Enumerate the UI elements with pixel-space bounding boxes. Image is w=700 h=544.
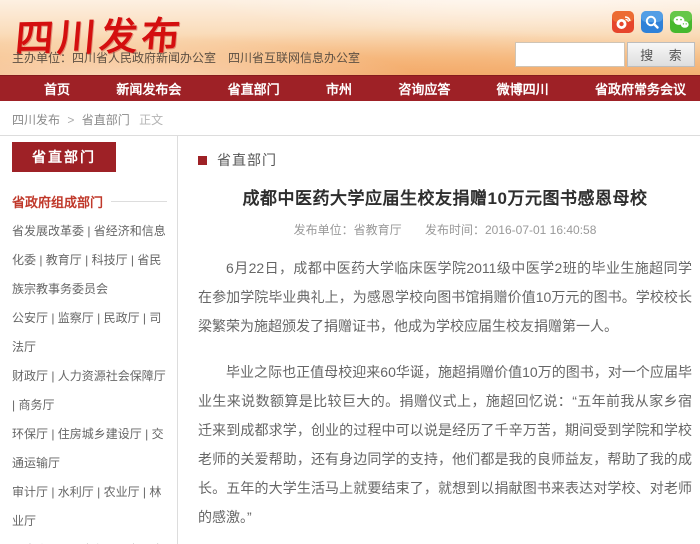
breadcrumb-current: 正文	[139, 113, 163, 127]
search-bar: 搜 索	[515, 42, 695, 67]
heading-rule	[111, 201, 167, 202]
sidebar-group-heading: 省政府组成部门	[12, 192, 167, 211]
sidebar-link-row[interactable]: 公安厅 | 监察厅 | 民政厅 | 司法厅	[12, 304, 167, 362]
site-header: 四川发布 主办单位：四川省人民政府新闻办公室 四川省互联网信息办公室	[0, 0, 700, 75]
sidebar-title: 省直部门	[12, 142, 116, 172]
nav-item-executive-meeting[interactable]: 省政府常务会议	[595, 79, 686, 98]
group-heading-label: 省政府组成部门	[12, 192, 103, 211]
red-square-bullet-icon	[198, 156, 207, 165]
sidebar-link-row[interactable]: 财政厅 | 人力资源社会保障厅 | 商务厅	[12, 362, 167, 420]
article-panel: 省直部门 成都中医药大学应届生校友捐赠10万元图书感恩母校 发布单位：省教育厅 …	[178, 135, 700, 544]
article-paragraph: 6月22日，成都中医药大学临床医学院2011级中医学2班的毕业生施超同学在参加学…	[198, 254, 692, 341]
publish-time: 发布时间：2016-07-01 16:40:58	[425, 223, 596, 237]
sponsor-line: 主办单位：四川省人民政府新闻办公室 四川省互联网信息办公室	[12, 49, 360, 66]
wechat-icon[interactable]	[670, 11, 692, 33]
sina-weibo-icon[interactable]	[612, 11, 634, 33]
breadcrumb: 四川发布 > 省直部门 正文	[0, 101, 700, 135]
section-label: 省直部门	[217, 150, 277, 170]
publish-source: 发布单位：省教育厅	[294, 223, 402, 237]
sidebar-link-row[interactable]: 环保厅 | 住房城乡建设厅 | 交通运输厅	[12, 420, 167, 478]
article-title: 成都中医药大学应届生校友捐赠10万元图书感恩母校	[198, 184, 692, 209]
content-area: 省直部门 省政府组成部门 省发展改革委 | 省经济和信息化委 | 教育厅 | 科…	[0, 135, 700, 544]
social-icons	[612, 11, 692, 33]
article-paragraph: 毕业之际也正值母校迎来60华诞，施超捐赠价值10万的图书，对一个应届毕业生来说数…	[198, 358, 692, 532]
main-nav: 首页 新闻发布会 省直部门 市州 咨询应答 微博四川 省政府常务会议	[0, 75, 700, 101]
nav-item-home[interactable]: 首页	[44, 79, 70, 98]
sidebar-link-row[interactable]: 省发展改革委 | 省经济和信息化委 | 教育厅 | 科技厅 | 省民族宗教事务委…	[12, 217, 167, 304]
breadcrumb-section[interactable]: 省直部门	[82, 113, 130, 127]
nav-item-qa[interactable]: 咨询应答	[398, 79, 450, 98]
article-body: 6月22日，成都中医药大学临床医学院2011级中医学2班的毕业生施超同学在参加学…	[198, 254, 692, 544]
breadcrumb-separator: >	[67, 113, 74, 127]
article-meta: 发布单位：省教育厅 发布时间：2016-07-01 16:40:58	[198, 221, 692, 238]
tencent-weibo-icon[interactable]	[641, 11, 663, 33]
nav-item-press-conference[interactable]: 新闻发布会	[116, 79, 181, 98]
breadcrumb-site[interactable]: 四川发布	[12, 113, 60, 127]
search-button[interactable]: 搜 索	[627, 42, 695, 67]
sidebar-link-row[interactable]: 国土资源厅 | 文化厅 | 省卫生计生委	[12, 536, 167, 544]
search-input[interactable]	[515, 42, 625, 67]
section-header: 省直部门	[198, 150, 692, 170]
sidebar-links-group: 省发展改革委 | 省经济和信息化委 | 教育厅 | 科技厅 | 省民族宗教事务委…	[12, 217, 167, 544]
nav-item-provincial-departments[interactable]: 省直部门	[228, 79, 280, 98]
sidebar-link-row[interactable]: 审计厅 | 水利厅 | 农业厅 | 林业厅	[12, 478, 167, 536]
nav-item-weibo-sichuan[interactable]: 微博四川	[497, 79, 549, 98]
sidebar: 省直部门 省政府组成部门 省发展改革委 | 省经济和信息化委 | 教育厅 | 科…	[0, 135, 178, 544]
nav-item-cities[interactable]: 市州	[326, 79, 352, 98]
